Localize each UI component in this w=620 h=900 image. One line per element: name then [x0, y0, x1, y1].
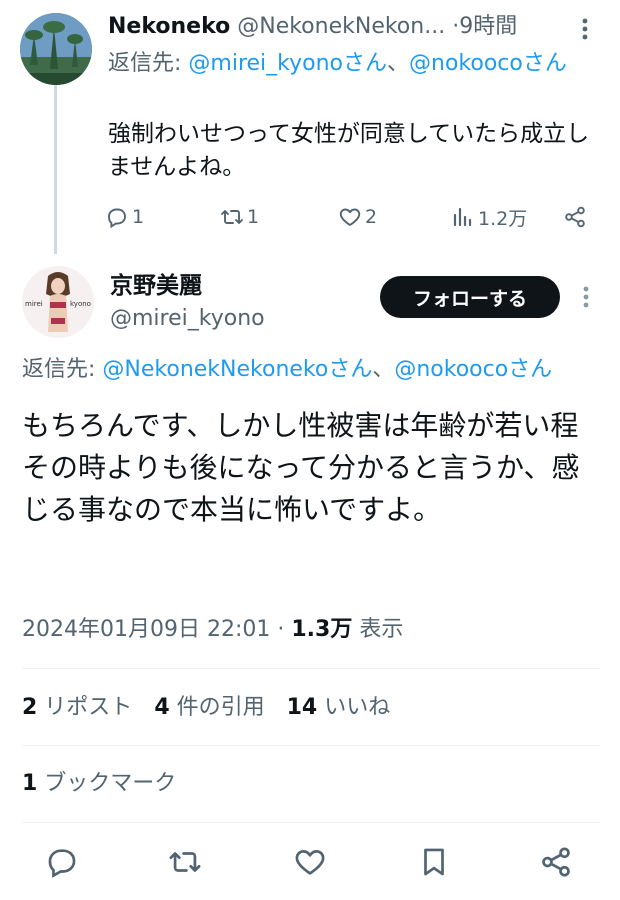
reply-header: Nekoneko @NekonekNekon... ·9時間 — [108, 12, 608, 42]
timestamp[interactable]: 2024年01月09日 22:01 — [22, 617, 270, 642]
thread-line — [54, 84, 57, 254]
share-icon — [565, 206, 585, 228]
mention-link[interactable]: @nokoocoさん — [409, 51, 567, 76]
reply-replying-to: 返信先: @mirei_kyonoさん、@nokoocoさん — [108, 48, 600, 79]
bookmark-button[interactable] — [414, 842, 454, 882]
share-button[interactable] — [536, 842, 576, 882]
reply-count: 1 — [132, 206, 145, 228]
main-author-handle[interactable]: @mirei_kyono — [110, 304, 265, 334]
share-button[interactable] — [563, 200, 587, 234]
views-button[interactable]: 1.2万 — [451, 200, 527, 234]
engagement-stats: 2 リポスト 4 件の引用 14 いいね — [22, 692, 390, 724]
divider — [22, 668, 600, 669]
mention-link[interactable]: @nokoocoさん — [394, 357, 552, 382]
repost-icon — [169, 852, 201, 872]
views-icon — [453, 207, 472, 227]
reply-button[interactable]: 1 — [105, 200, 144, 234]
reply-author-name[interactable]: Nekoneko — [108, 14, 230, 39]
replying-separator: 、 — [387, 51, 410, 76]
bookmark-icon — [424, 848, 444, 876]
views-label: 表示 — [352, 617, 404, 642]
meta-separator: · — [270, 617, 292, 642]
repost-button[interactable]: 1 — [220, 200, 259, 234]
share-icon — [542, 847, 570, 877]
like-button[interactable]: 2 — [338, 200, 377, 234]
main-replying-to: 返信先: @NekonekNekonekoさん、@nokoocoさん — [22, 354, 617, 386]
svg-text:mirei: mirei — [25, 300, 43, 308]
likes-stat[interactable]: 14 いいね — [287, 695, 391, 720]
main-author-name[interactable]: 京野美麗 — [110, 270, 202, 302]
replying-prefix: 返信先: — [108, 51, 189, 76]
repost-button[interactable] — [165, 842, 205, 882]
main-more-icon[interactable] — [572, 282, 600, 312]
like-button[interactable] — [290, 842, 330, 882]
divider — [22, 822, 600, 823]
reply-more-icon[interactable] — [570, 14, 600, 44]
reply-icon — [108, 208, 126, 229]
quotes-stat[interactable]: 4 件の引用 — [154, 695, 264, 720]
views-count: 1.2万 — [478, 207, 528, 230]
tweet-meta: 2024年01月09日 22:01 · 1.3万 表示 — [22, 614, 403, 646]
repost-count: 1 — [247, 206, 260, 228]
mention-link[interactable]: @mirei_kyonoさん — [188, 51, 387, 76]
reply-action-bar: 1 1 2 1.2万 — [105, 200, 595, 234]
reposts-stat[interactable]: 2 リポスト — [22, 695, 132, 720]
views-count: 1.3万 — [291, 617, 353, 642]
divider — [22, 745, 600, 746]
repost-icon — [221, 210, 243, 224]
follow-button[interactable]: フォローする — [380, 276, 560, 318]
heart-icon — [339, 208, 361, 226]
main-avatar[interactable]: mirei kyono — [22, 266, 94, 338]
replying-separator: 、 — [372, 357, 395, 382]
mention-link[interactable]: @NekonekNekonekoさん — [102, 357, 372, 382]
reply-time[interactable]: 9時間 — [459, 14, 517, 39]
heart-icon — [295, 850, 325, 875]
reply-avatar[interactable] — [20, 13, 92, 85]
svg-text:kyono: kyono — [70, 300, 91, 308]
main-text: もちろんです、しかし性被害は年齢が若い程その時よりも後になって分かると言うか、感… — [22, 409, 580, 526]
replying-prefix: 返信先: — [22, 357, 103, 382]
reply-text: 強制わいせつって女性が同意していたら成立しませんよね。 — [108, 121, 590, 180]
main-action-bar — [22, 842, 600, 888]
reply-button[interactable] — [42, 842, 82, 882]
bookmarks-stat[interactable]: 1 ブックマーク — [22, 768, 176, 800]
reply-icon — [48, 849, 76, 878]
like-count: 2 — [365, 206, 378, 228]
reply-author-handle[interactable]: @NekonekNekon... — [237, 14, 445, 39]
